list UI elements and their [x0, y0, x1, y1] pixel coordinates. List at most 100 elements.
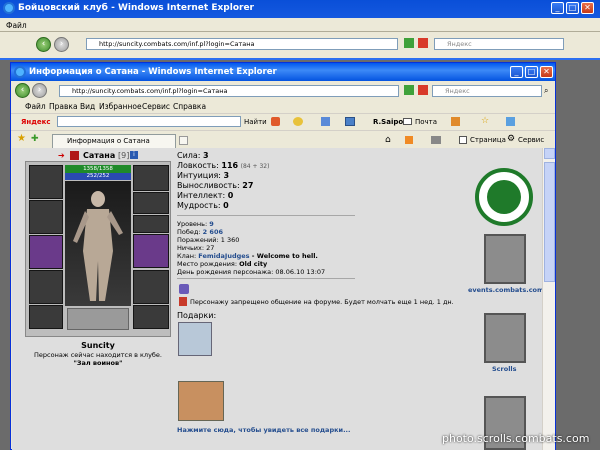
menu-bar: Файл Правка Вид Избранное Сервис Справка	[11, 100, 555, 112]
yandex-search-input[interactable]	[57, 116, 241, 127]
mana-bar: 252/252	[65, 173, 131, 180]
star-icon[interactable]: ☆	[481, 116, 489, 126]
info-value: 08.06.10 13:07	[275, 268, 326, 276]
bracer-slot[interactable]	[29, 200, 63, 234]
lock-icon	[179, 297, 187, 306]
print-icon[interactable]	[431, 136, 441, 144]
background-address-bar[interactable]: http://suncity.combats.com/inf.pl?login=…	[86, 38, 398, 50]
menu-edit[interactable]: Правка	[49, 102, 78, 111]
address-bar[interactable]: http://suncity.combats.com/inf.pl?login=…	[59, 85, 399, 97]
favorites-star-icon[interactable]: ★	[17, 133, 26, 144]
amulet-slot[interactable]	[133, 192, 169, 214]
gift-item[interactable]	[178, 381, 224, 421]
close-icon[interactable]: ✕	[581, 2, 594, 14]
info-label: День рождения персонажа:	[177, 268, 274, 276]
stat-extra: (84 + 32)	[240, 163, 270, 170]
stat-label: Выносливость:	[177, 181, 240, 190]
location-room: "Зал воинов"	[73, 359, 123, 367]
all-gifts-link[interactable]: Нажмите сюда, чтобы увидеть все подарки.…	[177, 426, 350, 434]
logo-emblem[interactable]	[475, 168, 533, 226]
ring-slot[interactable]	[133, 215, 169, 233]
info-icon[interactable]: i	[130, 151, 138, 159]
close-icon[interactable]: ✕	[540, 66, 553, 78]
weapon-slot[interactable]	[29, 235, 63, 269]
weather-icon[interactable]	[451, 117, 460, 126]
add-favorite-icon[interactable]: ✚	[31, 134, 39, 144]
character-header: Сатана [9]	[83, 151, 129, 160]
page-content: ➔ Сатана [9] i 1358/1358 252/252 Suncity…	[12, 148, 542, 450]
home-icon[interactable]: ⌂	[385, 135, 391, 145]
info-value: Old city	[239, 260, 268, 268]
clan-motto: - Welcome to hell.	[249, 252, 318, 260]
scrolls-banner[interactable]	[484, 313, 526, 363]
shield-slot[interactable]	[133, 270, 169, 304]
search-input[interactable]: Яндекс	[432, 85, 542, 97]
stat-value: 3	[203, 151, 209, 160]
yandex-toolbar: Яндекс Найти R.Saipov Почта ☆	[11, 113, 555, 129]
maximize-icon[interactable]: □	[525, 66, 538, 78]
background-menu-file[interactable]: Файл	[6, 21, 27, 30]
vertical-scrollbar[interactable]	[542, 148, 555, 450]
back-button[interactable]: ‹	[15, 83, 30, 98]
window-icon[interactable]	[345, 117, 355, 126]
check-icon[interactable]	[321, 117, 330, 126]
belt-slot[interactable]	[29, 305, 63, 329]
forward-icon[interactable]: ›	[54, 37, 69, 52]
menu-file[interactable]: Файл	[25, 102, 46, 111]
internet-explorer-icon	[3, 2, 15, 14]
tools-menu[interactable]: Сервис	[518, 136, 544, 144]
extra-icon[interactable]	[506, 117, 515, 126]
gift-item[interactable]	[178, 322, 212, 356]
clan-link[interactable]: FemidaJudges	[198, 252, 249, 260]
tab-current[interactable]: Информация о Сатана	[52, 134, 176, 149]
page-menu[interactable]: Страница	[470, 136, 506, 144]
stat-intuition: Интуиция: 3	[177, 171, 357, 181]
info-label: Ничьих:	[177, 244, 205, 252]
pencil-icon[interactable]	[271, 117, 280, 126]
background-search-input[interactable]: Яндекс	[434, 38, 564, 50]
menu-tools[interactable]: Сервис	[142, 102, 170, 111]
new-tab-button[interactable]	[179, 136, 188, 145]
gloves-slot[interactable]	[133, 234, 169, 268]
refresh-icon[interactable]	[404, 38, 414, 48]
info-birthplace: Место рождения: Old city	[177, 260, 377, 268]
character-silhouette	[73, 191, 123, 301]
scroll-thumb[interactable]	[544, 162, 555, 282]
refresh-icon[interactable]	[404, 85, 414, 95]
menu-favorites[interactable]: Избранное	[99, 102, 142, 111]
menu-help[interactable]: Справка	[173, 102, 206, 111]
info-label: Место рождения:	[177, 260, 238, 268]
find-button[interactable]: Найти	[244, 118, 267, 126]
armor-slot[interactable]	[29, 270, 63, 304]
stop-icon[interactable]	[418, 85, 428, 95]
info-label: Клан:	[177, 252, 197, 260]
mail-button[interactable]: Почта	[415, 118, 437, 126]
maximize-icon[interactable]: □	[566, 2, 579, 14]
stat-label: Ловкость:	[177, 161, 219, 170]
menu-view[interactable]: Вид	[80, 102, 95, 111]
hp-bar: 1358/1358	[65, 165, 131, 173]
helmet-slot[interactable]	[29, 165, 63, 199]
rss-icon[interactable]	[405, 136, 413, 144]
forward-button[interactable]: ›	[32, 83, 47, 98]
events-link[interactable]: events.combats.com	[468, 286, 542, 294]
info-value: 27	[206, 244, 215, 252]
info-block: Уровень: 9 Побед: 2 606 Поражений: 1 360…	[177, 220, 377, 276]
stat-value: 3	[223, 171, 230, 180]
background-window-title: Бойцовский клуб - Windows Internet Explo…	[18, 3, 254, 13]
events-banner[interactable]	[484, 234, 526, 284]
minimize-icon[interactable]: _	[551, 2, 564, 14]
attack-arrow-icon[interactable]: ➔	[58, 151, 65, 160]
stat-value: 0	[223, 201, 229, 210]
info-level: Уровень: 9	[177, 220, 377, 228]
scrolls-link[interactable]: Scrolls	[492, 365, 517, 373]
search-icon[interactable]: ⌕	[544, 86, 548, 96]
chat-icon[interactable]	[293, 117, 303, 126]
earring-slot[interactable]	[133, 165, 169, 191]
minimize-icon[interactable]: _	[510, 66, 523, 78]
scroll-up-button[interactable]	[544, 148, 555, 159]
boots-slot[interactable]	[133, 305, 169, 329]
back-icon[interactable]: ‹	[36, 37, 51, 52]
stop-icon[interactable]	[418, 38, 428, 48]
background-nav-bar: ‹ › http://suncity.combats.com/inf.pl?lo…	[0, 32, 600, 58]
